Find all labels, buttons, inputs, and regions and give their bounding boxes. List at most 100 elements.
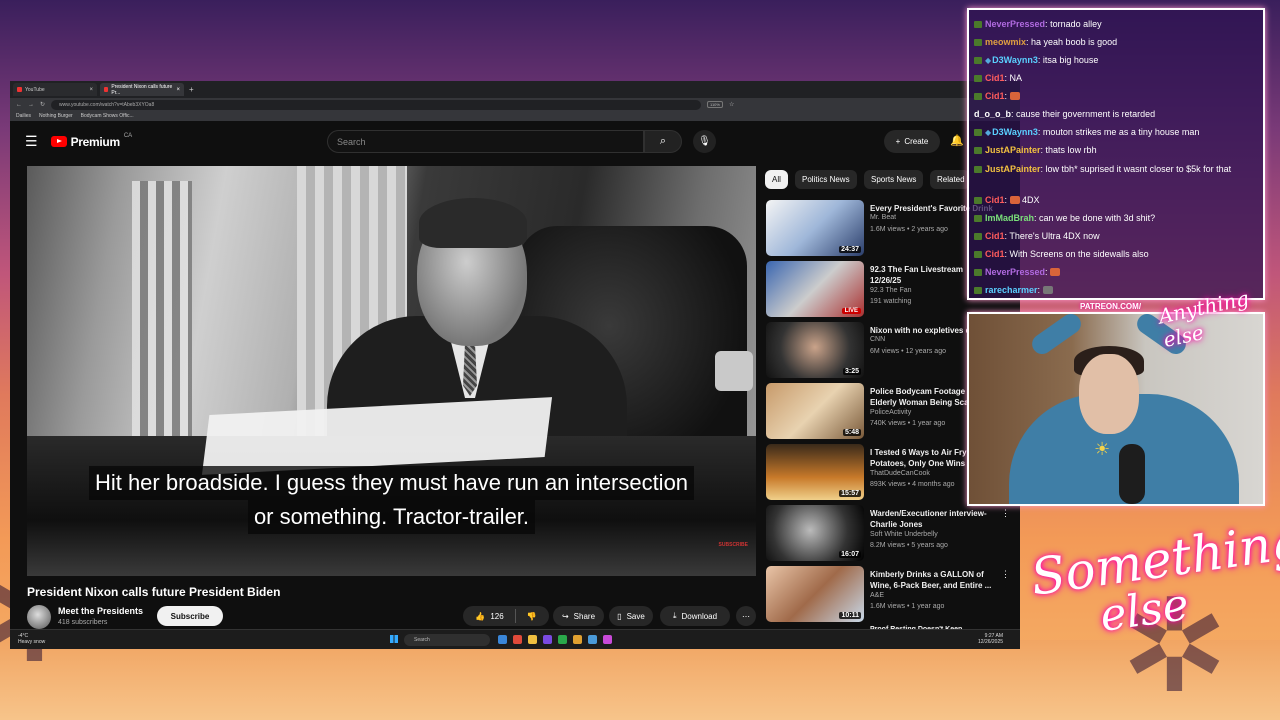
rec-meta: 191 watching (870, 298, 912, 305)
windows-start-icon[interactable] (390, 635, 398, 643)
rec-channel[interactable]: PoliceActivity (870, 409, 911, 416)
app-icon[interactable] (513, 635, 522, 644)
rec-channel[interactable]: ThatDudeCanCook (870, 470, 930, 477)
bookmark-item[interactable]: Dailies (16, 113, 31, 119)
recommendation-item[interactable]: 16:07 Warden/Executioner interview- Char… (766, 505, 1020, 563)
close-icon[interactable]: × (89, 87, 93, 93)
share-button[interactable]: ↪ Share (553, 606, 604, 626)
youtube-logo[interactable]: Premium CA (50, 133, 132, 149)
app-icon[interactable] (588, 635, 597, 644)
app-icon[interactable] (498, 635, 507, 644)
menu-icon[interactable]: ☰ (25, 133, 38, 150)
video-thumbnail[interactable]: 24:37 (766, 200, 864, 256)
chat-message: ◆D3Waynn3: mouton strikes me as a tiny h… (974, 127, 1262, 137)
app-icon[interactable] (558, 635, 567, 644)
tab-youtube[interactable]: YouTube × (13, 83, 97, 96)
rec-meta: 6M views • 12 years ago (870, 348, 946, 355)
chat-message: JustAPainter: thats low rbh (974, 145, 1262, 155)
save-button[interactable]: ▯ Save (609, 606, 653, 626)
rec-channel[interactable]: Mr. Beat (870, 214, 896, 221)
chat-message: d_o_o_b: cause their government is retar… (974, 109, 1156, 119)
video-player[interactable]: Hit her broadside. I guess they must hav… (27, 166, 756, 576)
subscribe-button[interactable]: Subscribe (157, 606, 223, 626)
tab-bar: YouTube × President Nixon calls future Pr… (10, 81, 1020, 98)
video-thumbnail[interactable]: 3:25 (766, 322, 864, 378)
download-icon: ⤓ (672, 611, 677, 620)
emote-icon (1009, 196, 1020, 204)
video-thumbnail[interactable]: LIVE (766, 261, 864, 317)
chat-message: NeverPressed: tornado alley (974, 19, 1262, 29)
more-actions-button[interactable]: ⋯ (736, 606, 756, 626)
taskbar-search[interactable]: Search (404, 634, 490, 646)
chat-message: ImMadBrah: can we be done with 3d shit? (974, 213, 1262, 223)
emote-icon (1050, 268, 1061, 276)
clock[interactable]: 9:27 AM 12/26/2025 (978, 633, 1003, 645)
more-icon[interactable]: ⋮ (1001, 508, 1010, 519)
weather-widget[interactable]: -4°C Heavy snow (18, 633, 45, 645)
video-thumbnail[interactable]: 5:48 (766, 383, 864, 439)
app-icon[interactable] (543, 635, 552, 644)
bell-icon[interactable]: 🔔 (950, 134, 964, 147)
rec-meta: 1.6M views • 2 years ago (870, 226, 948, 233)
chat-message: NeverPressed: (974, 267, 1262, 277)
new-tab-button[interactable]: + (189, 85, 194, 94)
chat-message: Cid1: NA (974, 73, 1262, 83)
thumbs-up-icon[interactable]: 👍 (475, 612, 485, 621)
voice-search-button[interactable]: 🎙 (693, 130, 716, 153)
video-thumbnail[interactable]: 15:57 (766, 444, 864, 500)
youtube-icon (50, 136, 67, 147)
chat-panel: NeverPressed: tornado alley meowmix: ha … (967, 8, 1265, 300)
badge-icon (974, 39, 982, 46)
youtube-icon (17, 87, 22, 92)
video-thumbnail[interactable]: 10:11 (766, 566, 864, 622)
caption-line: or something. Tractor-trailer. (247, 500, 536, 534)
duration-badge: 3:25 (842, 368, 861, 375)
search-icon: ⌕ (659, 135, 667, 147)
rec-meta: 740K views • 1 year ago (870, 420, 946, 427)
rec-channel[interactable]: 92.3 The Fan (870, 287, 912, 294)
rec-channel[interactable]: Soft White Underbelly (870, 531, 938, 538)
create-button[interactable]: + Create (884, 130, 940, 153)
reload-icon[interactable]: ↻ (40, 101, 45, 108)
app-icon[interactable] (603, 635, 612, 644)
chat-message: Cid1: With Screens on the sidewalls also (974, 249, 1262, 259)
bookmark-item[interactable]: Bodycam Shows Offic... (81, 113, 134, 119)
close-icon[interactable]: × (176, 87, 180, 93)
microphone-icon: 🎙 (698, 136, 711, 147)
chip-politics-news[interactable]: Politics News (795, 170, 857, 189)
address-bar[interactable]: www.youtube.com/watch?v=tAbeb3XYOa8 (51, 99, 702, 110)
channel-name[interactable]: Meet the Presidents (58, 606, 143, 616)
star-icon[interactable]: ☆ (729, 101, 734, 108)
thumbs-down-icon[interactable]: 👎 (527, 612, 537, 621)
search-input[interactable]: Search (327, 130, 644, 153)
chip-all[interactable]: All (765, 170, 788, 189)
bookmark-item[interactable]: Nothing Burger (39, 113, 73, 119)
chip-sports-news[interactable]: Sports News (864, 170, 924, 189)
hair-image (419, 198, 527, 248)
more-icon[interactable]: ⋮ (1001, 569, 1010, 580)
folder-icon[interactable] (528, 635, 537, 644)
face-image (1079, 354, 1139, 434)
avatar[interactable] (27, 605, 51, 629)
forward-icon[interactable]: → (28, 102, 34, 108)
download-button[interactable]: ⤓ Download (660, 606, 730, 626)
tab-video[interactable]: President Nixon calls future Pr... × (100, 83, 184, 96)
zoom-level[interactable]: 110% (707, 101, 723, 108)
badge-icon (974, 129, 982, 136)
chip-related[interactable]: Related (930, 170, 970, 189)
search-button[interactable]: ⌕ (644, 130, 682, 153)
back-icon[interactable]: ← (16, 102, 22, 108)
rec-title[interactable]: Warden/Executioner interview- Charlie Jo… (870, 508, 994, 530)
badge-icon (974, 75, 982, 82)
patreon-link: PATREON.COM/ (1080, 302, 1142, 311)
chat-message: JustAPainter: low tbh* suprised it wasnt… (974, 163, 1262, 175)
rec-channel[interactable]: CNN (870, 336, 885, 343)
app-icon[interactable] (573, 635, 582, 644)
shirt-logo-icon: ☀ (1094, 439, 1111, 459)
recommendation-item[interactable]: 10:11 Kimberly Drinks a GALLON of Wine, … (766, 566, 1020, 624)
rec-title[interactable]: Kimberly Drinks a GALLON of Wine, 6-Pack… (870, 569, 994, 591)
video-thumbnail[interactable]: 16:07 (766, 505, 864, 561)
watermark[interactable]: SUBSCRIBE (719, 542, 748, 548)
rec-channel[interactable]: A&E (870, 592, 884, 599)
like-dislike-button[interactable]: 👍 126 👎 (463, 606, 549, 626)
